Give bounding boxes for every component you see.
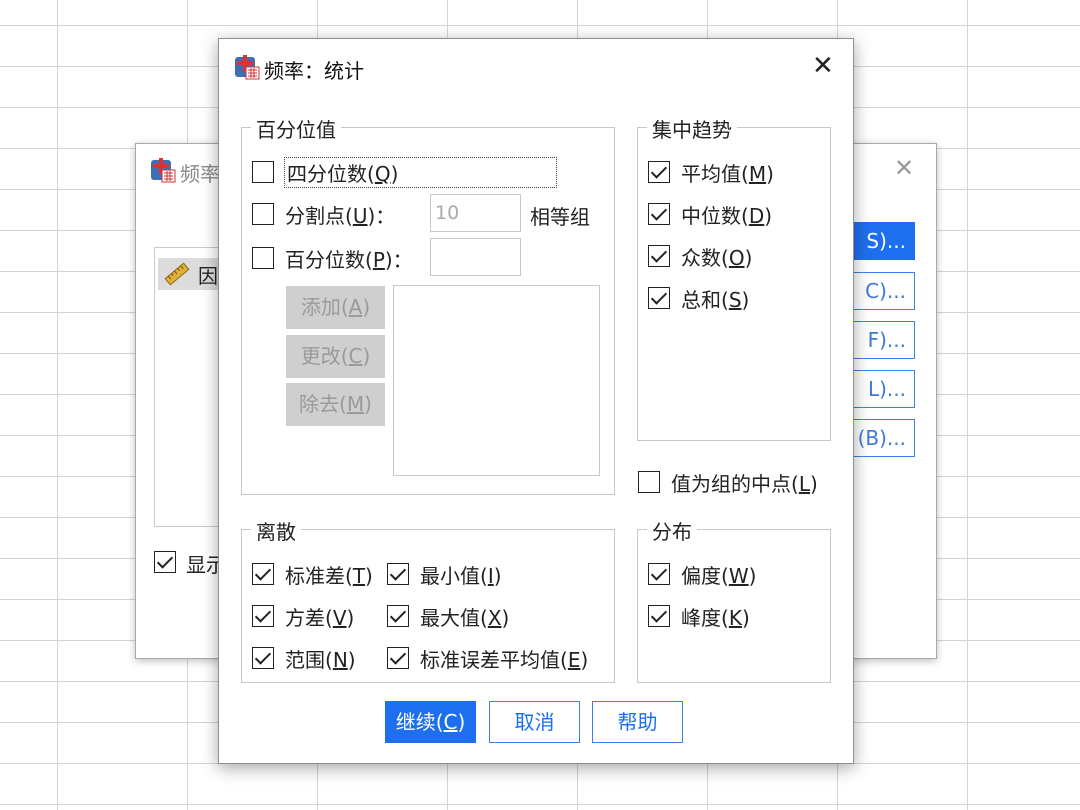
mean-checkbox[interactable] <box>648 161 670 183</box>
add-button[interactable]: 添加(A) <box>286 286 385 329</box>
bootstrap-button[interactable]: (B)... <box>845 419 915 457</box>
percentiles-input[interactable] <box>430 238 521 276</box>
median-label: 中位数(D) <box>681 204 773 228</box>
help-button[interactable]: 帮助 <box>592 701 683 743</box>
dispersion-legend: 离散 <box>251 516 301 545</box>
remove-button[interactable]: 除去(M) <box>286 383 385 426</box>
sum-checkbox[interactable] <box>648 287 670 309</box>
change-button[interactable]: 更改(C) <box>286 335 385 378</box>
app-icon <box>235 55 260 80</box>
minimum-checkbox[interactable] <box>387 563 409 585</box>
maximum-label: 最大值(X) <box>420 606 510 630</box>
percentile-values-legend: 百分位值 <box>251 114 341 143</box>
continue-button[interactable]: 继续(C) <box>385 701 476 743</box>
std-deviation-label: 标准差(T) <box>285 564 373 588</box>
range-checkbox[interactable] <box>252 647 274 669</box>
skewness-checkbox[interactable] <box>648 563 670 585</box>
cancel-button[interactable]: 取消 <box>489 701 580 743</box>
background-close-icon[interactable]: ✕ <box>894 154 914 182</box>
variance-checkbox[interactable] <box>252 605 274 627</box>
format-button[interactable]: F)... <box>845 321 915 359</box>
minimum-label: 最小值(I) <box>420 564 502 588</box>
frequencies-statistics-dialog: 频率：统计 ✕ 百分位值 四分位数(Q) 分割点(U)： 10 相等组 百分位数… <box>218 38 854 764</box>
median-checkbox[interactable] <box>648 203 670 225</box>
distribution-legend: 分布 <box>647 516 697 545</box>
ruler-icon <box>164 262 190 286</box>
maximum-checkbox[interactable] <box>387 605 409 627</box>
equal-groups-label: 相等组 <box>530 205 590 229</box>
close-icon[interactable]: ✕ <box>812 51 834 81</box>
se-mean-label: 标准误差平均值(E) <box>420 648 589 672</box>
group-midpoints-checkbox[interactable] <box>638 471 660 493</box>
percentile-values-group: 百分位值 四分位数(Q) 分割点(U)： 10 相等组 百分位数(P)： 添加(… <box>241 114 615 495</box>
quartiles-checkbox[interactable] <box>252 161 274 183</box>
dispersion-group: 离散 标准差(T) 最小值(I) 方差(V) 最大值(X) 范围(N) 标准误差… <box>241 516 615 683</box>
percentiles-checkbox[interactable] <box>252 247 274 269</box>
mode-checkbox[interactable] <box>648 245 670 267</box>
display-tables-checkbox[interactable] <box>154 551 176 573</box>
central-tendency-group: 集中趋势 平均值(M) 中位数(D) 众数(O) 总和(S) <box>637 114 831 441</box>
statistics-button[interactable]: S)... <box>845 222 915 260</box>
range-label: 范围(N) <box>285 648 356 672</box>
group-midpoints-label: 值为组的中点(L) <box>671 472 818 496</box>
variance-label: 方差(V) <box>285 606 355 630</box>
distribution-group: 分布 偏度(W) 峰度(K) <box>637 516 831 683</box>
charts-button[interactable]: C)... <box>845 272 915 310</box>
cut-points-label: 分割点(U)： <box>285 204 396 228</box>
skewness-label: 偏度(W) <box>681 564 757 588</box>
std-deviation-checkbox[interactable] <box>252 563 274 585</box>
kurtosis-label: 峰度(K) <box>681 606 750 630</box>
central-tendency-legend: 集中趋势 <box>647 114 737 143</box>
quartiles-label[interactable]: 四分位数(Q) <box>283 157 558 188</box>
mean-label: 平均值(M) <box>681 162 774 186</box>
sum-label: 总和(S) <box>681 288 750 312</box>
kurtosis-checkbox[interactable] <box>648 605 670 627</box>
background-dialog-title: 频率 <box>180 162 220 186</box>
se-mean-checkbox[interactable] <box>387 647 409 669</box>
style-button[interactable]: L)... <box>845 370 915 408</box>
list-item-label: 因 <box>198 264 218 288</box>
cut-points-input[interactable]: 10 <box>430 194 521 232</box>
percentiles-label: 百分位数(P)： <box>285 248 413 272</box>
percentile-list[interactable] <box>393 285 600 476</box>
cut-points-checkbox[interactable] <box>252 203 274 225</box>
dialog-title: 频率：统计 <box>264 59 364 83</box>
mode-label: 众数(O) <box>681 246 753 270</box>
app-icon <box>151 158 176 183</box>
